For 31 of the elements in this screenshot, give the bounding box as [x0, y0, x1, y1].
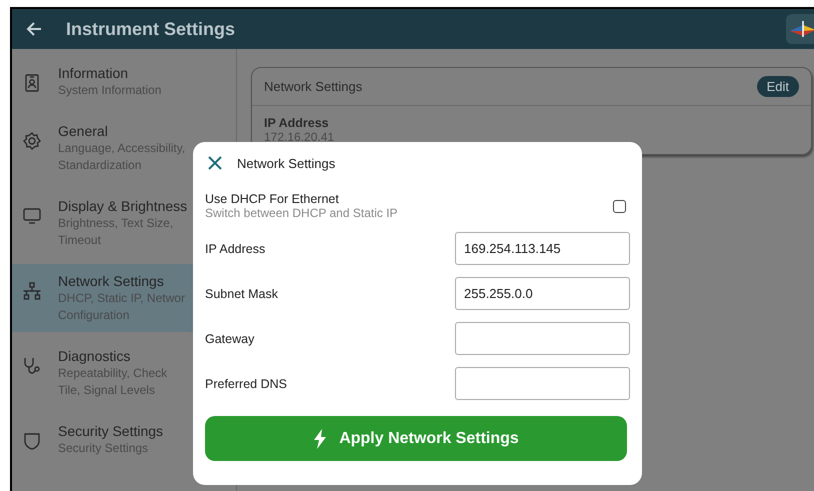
- sidebar-item-subtitle: DHCP, Static IP, Networ Configuration: [58, 290, 186, 324]
- card-title: Network Settings: [264, 79, 362, 94]
- apply-button[interactable]: Apply Network Settings: [205, 416, 627, 461]
- dhcp-label: Use DHCP For Ethernet: [205, 192, 340, 206]
- dhcp-checkbox[interactable]: [613, 200, 626, 212]
- monitor-icon: [22, 206, 42, 226]
- sidebar-item-title: General: [58, 122, 109, 140]
- input-field[interactable]: 255.255.0.0: [455, 277, 630, 310]
- dhcp-hint: Switch between DHCP and Static IP: [205, 206, 398, 220]
- sidebar-item-title: Network Settings: [58, 272, 165, 290]
- sidebar-item-title: Information: [58, 64, 130, 82]
- sidebar-item-title: Diagnostics: [58, 347, 132, 365]
- logo-icon[interactable]: [786, 14, 814, 44]
- dialog-title: Network Settings: [237, 156, 336, 170]
- sidebar-item-title: Security Settings: [58, 422, 164, 440]
- field-label: Gateway: [205, 332, 254, 346]
- field-label: IP Address: [264, 116, 330, 130]
- close-icon[interactable]: [207, 155, 223, 171]
- network-icon: [22, 281, 42, 301]
- lightning-icon: [313, 428, 328, 448]
- shield-icon: [22, 431, 42, 451]
- input-field[interactable]: 169.254.113.145: [455, 232, 630, 265]
- page-title: Instrument Settings: [66, 18, 236, 40]
- input-field[interactable]: [455, 367, 630, 400]
- input-field[interactable]: [455, 322, 630, 355]
- edit-button[interactable]: Edit: [756, 76, 799, 97]
- field-label: Preferred DNS: [205, 376, 287, 390]
- stethoscope-icon: [22, 356, 42, 376]
- sidebar-item-title: Display & Brightness: [58, 197, 188, 215]
- gear-icon: [22, 131, 42, 151]
- field-label: IP Address: [205, 242, 266, 256]
